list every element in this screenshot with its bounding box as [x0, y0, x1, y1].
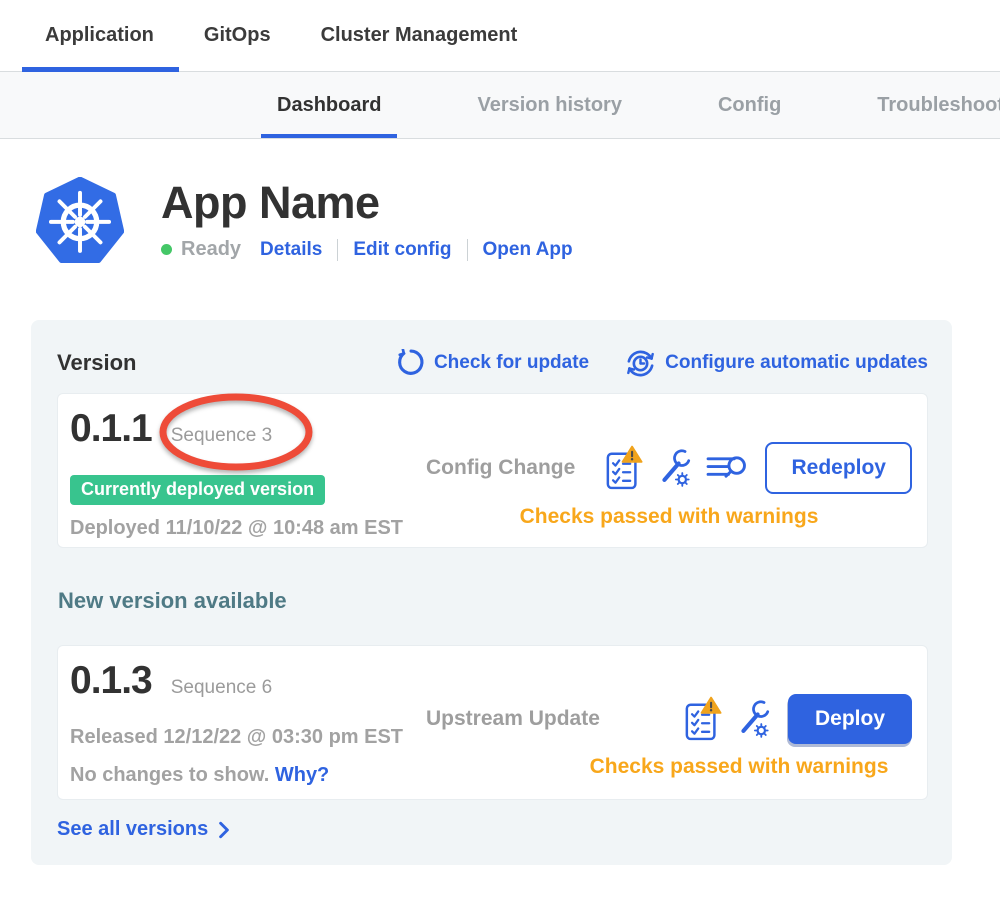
released-timestamp: Released 12/12/22 @ 03:30 pm EST: [70, 726, 413, 749]
tab-troubleshoot[interactable]: Troubleshoot: [877, 72, 1000, 138]
status-label: Ready: [181, 238, 241, 261]
primary-nav: Application GitOps Cluster Management: [0, 0, 1000, 72]
see-all-versions-link[interactable]: See all versions: [57, 818, 230, 841]
available-version-number: 0.1.3: [70, 659, 152, 703]
clock-refresh-icon: [625, 348, 656, 379]
tab-version-history[interactable]: Version history: [477, 72, 622, 138]
currently-deployed-badge: Currently deployed version: [70, 475, 325, 505]
no-changes-text: No changes to show.: [70, 764, 269, 786]
deployed-version-card: 0.1.1 Sequence 3 Currently deployed vers…: [57, 393, 928, 548]
release-notes-icon[interactable]: [706, 452, 747, 485]
deployed-source-label: Config Change: [426, 456, 575, 480]
app-nav: Dashboard Version history Config Trouble…: [0, 72, 1000, 139]
deployed-sequence-label: Sequence 3: [171, 425, 272, 447]
kubernetes-logo: [36, 177, 124, 265]
preflight-checks-icon[interactable]: [684, 696, 722, 742]
divider: [467, 239, 468, 261]
chevron-right-icon: [218, 821, 230, 839]
redeploy-button[interactable]: Redeploy: [765, 442, 912, 494]
tab-config[interactable]: Config: [718, 72, 781, 138]
preflight-checks-icon[interactable]: [605, 445, 643, 491]
page-title: App Name: [161, 179, 573, 226]
why-link[interactable]: Why?: [275, 764, 329, 786]
app-status-row: Ready Details Edit config Open App: [161, 238, 573, 261]
deployed-version-number: 0.1.1: [70, 407, 152, 451]
tab-dashboard[interactable]: Dashboard: [277, 72, 381, 138]
available-version-card: 0.1.3 Sequence 6 Released 12/12/22 @ 03:…: [57, 645, 928, 800]
version-panel: Version Check for update: [31, 320, 952, 865]
tab-cluster-management[interactable]: Cluster Management: [321, 0, 518, 71]
available-sequence-label: Sequence 6: [171, 677, 272, 699]
configure-automatic-updates-button[interactable]: Configure automatic updates: [625, 348, 928, 379]
check-for-update-button[interactable]: Check for update: [396, 349, 589, 378]
deployed-timestamp: Deployed 11/10/22 @ 10:48 am EST: [70, 517, 413, 540]
changes-line: No changes to show. Why?: [70, 764, 413, 787]
refresh-icon: [396, 349, 425, 378]
deployed-checks-status: Checks passed with warnings: [426, 505, 912, 529]
edit-config-link[interactable]: Edit config: [353, 239, 451, 261]
config-wrench-icon[interactable]: [658, 449, 691, 488]
see-all-versions-label: See all versions: [57, 818, 208, 841]
tab-application[interactable]: Application: [45, 0, 154, 71]
open-app-link[interactable]: Open App: [483, 239, 573, 261]
check-for-update-label: Check for update: [434, 352, 589, 374]
new-version-heading: New version available: [58, 588, 928, 614]
deploy-button[interactable]: Deploy: [788, 694, 912, 744]
config-wrench-icon[interactable]: [737, 700, 770, 739]
version-heading: Version: [57, 350, 136, 376]
ready-status-dot: [161, 244, 172, 255]
configure-automatic-updates-label: Configure automatic updates: [665, 352, 928, 374]
app-header: App Name Ready Details Edit config Open …: [36, 177, 1000, 265]
available-source-label: Upstream Update: [426, 707, 600, 731]
version-panel-header: Version Check for update: [57, 345, 928, 381]
divider: [337, 239, 338, 261]
available-checks-status: Checks passed with warnings: [496, 755, 982, 779]
tab-gitops[interactable]: GitOps: [204, 0, 271, 71]
details-link[interactable]: Details: [260, 239, 322, 261]
